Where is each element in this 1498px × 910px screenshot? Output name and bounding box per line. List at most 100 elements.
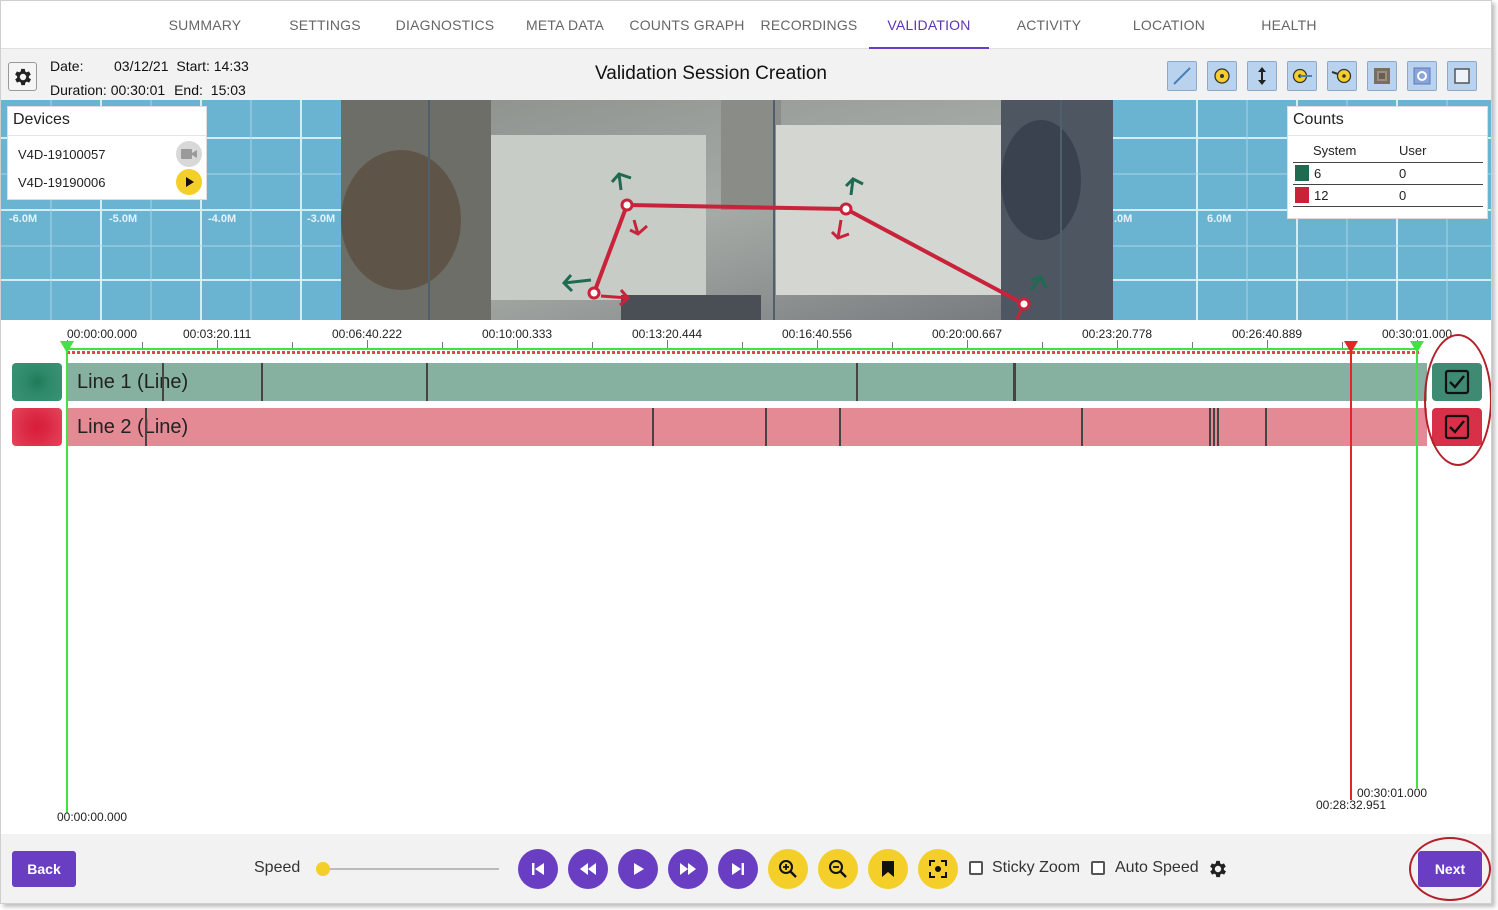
bookmark-button[interactable]	[868, 849, 908, 889]
zoom-out-button[interactable]	[818, 849, 858, 889]
line-tool-button[interactable]	[1167, 61, 1197, 91]
tick-mark	[517, 340, 518, 348]
play-cursor-handle[interactable]	[1344, 341, 1358, 353]
gear-icon	[1210, 860, 1226, 878]
count-event-mark	[856, 363, 858, 401]
tab-summary[interactable]: SUMMARY	[145, 1, 265, 49]
time-tick-label: 00:20:00.667	[932, 327, 1003, 341]
point-zone-icon	[1214, 68, 1230, 84]
date-label: Date:	[50, 58, 84, 74]
bookmark-icon	[882, 861, 894, 877]
device-play-button[interactable]	[176, 169, 202, 195]
duration-value: 00:30:01	[110, 82, 166, 98]
time-tick-label: 00:30:01.000	[1382, 327, 1453, 341]
tab-recordings[interactable]: RECORDINGS	[749, 1, 869, 49]
camera-image	[341, 100, 1113, 320]
scale-label: -5.0M	[109, 213, 138, 225]
playback-settings-button[interactable]	[1207, 858, 1229, 885]
tick-mark	[817, 340, 818, 348]
tab-settings[interactable]: SETTINGS	[265, 1, 385, 49]
tab-health[interactable]: HEALTH	[1229, 1, 1349, 49]
highlight-annotation	[1409, 837, 1491, 901]
track-color-swatch[interactable]	[12, 363, 62, 401]
play-cursor-label: 00:28:32.951	[1316, 798, 1387, 812]
counts-system-value: 6	[1314, 166, 1322, 181]
end-cursor-handle[interactable]	[1410, 341, 1424, 353]
scale-label: 6.0M	[1207, 213, 1232, 225]
track-line-2[interactable]: Line 2 (Line)	[67, 408, 1427, 446]
video-camera-icon	[181, 149, 197, 159]
page-title: Validation Session Creation	[594, 63, 827, 84]
start-cursor-line[interactable]	[66, 348, 68, 813]
session-settings-button[interactable]	[8, 62, 37, 91]
end-cursor-line[interactable]	[1416, 348, 1418, 788]
tick-mark	[1267, 340, 1268, 348]
video-viewport[interactable]: -6.0M -5.0M -4.0M -3.0M .0M 6.0M	[1, 100, 1491, 320]
mask-button[interactable]	[1367, 61, 1397, 91]
device-item[interactable]: V4D-19100057	[18, 147, 105, 162]
counts-row: 12 0	[1293, 185, 1483, 207]
fast-forward-icon	[680, 863, 696, 875]
auto-speed-checkbox[interactable]	[1091, 861, 1105, 875]
scale-label: -3.0M	[307, 213, 336, 225]
square-tool-button[interactable]	[1447, 61, 1477, 91]
timeline-ruler[interactable]	[67, 348, 1419, 354]
tab-activity[interactable]: ACTIVITY	[989, 1, 1109, 49]
tick-mark	[667, 340, 668, 348]
start-cursor-label: 00:00:00.000	[57, 810, 128, 824]
tick-mark	[217, 340, 218, 348]
counts-system-value: 12	[1314, 188, 1329, 203]
device-item[interactable]: V4D-19190006	[18, 175, 105, 190]
time-tick-label: 00:10:00.333	[482, 327, 553, 341]
count-event-mark	[1013, 363, 1016, 401]
start-cursor-handle[interactable]	[60, 341, 74, 353]
point-zone-button[interactable]	[1207, 61, 1237, 91]
sticky-zoom-label: Sticky Zoom	[992, 859, 1081, 876]
speed-slider[interactable]	[316, 862, 499, 876]
counts-row: 6 0	[1293, 163, 1483, 185]
count-event-mark	[839, 408, 841, 446]
zone-settings-button[interactable]	[1407, 61, 1437, 91]
rewind-button[interactable]	[568, 849, 608, 889]
tab-meta-data[interactable]: META DATA	[505, 1, 625, 49]
play-icon	[186, 177, 194, 187]
fast-forward-button[interactable]	[668, 849, 708, 889]
device-camera-button[interactable]	[176, 141, 202, 167]
play-button[interactable]	[618, 849, 658, 889]
auto-speed-label: Auto Speed	[1115, 859, 1199, 876]
zoom-in-button[interactable]	[768, 849, 808, 889]
time-tick-label: 00:26:40.889	[1232, 327, 1303, 341]
devices-title: Devices	[8, 107, 206, 136]
speed-slider-knob[interactable]	[316, 862, 330, 876]
sticky-zoom-checkbox[interactable]	[969, 861, 983, 875]
play-cursor-line[interactable]	[1350, 348, 1352, 800]
date-value: 03/12/21	[114, 58, 169, 74]
point-line-button[interactable]	[1287, 61, 1317, 91]
skip-to-start-button[interactable]	[518, 849, 558, 889]
back-button[interactable]: Back	[12, 851, 76, 887]
track-line-1[interactable]: Line 1 (Line)	[67, 363, 1427, 401]
count-event-mark	[1213, 408, 1215, 446]
play-icon	[634, 863, 644, 875]
vertical-arrow-icon	[1258, 67, 1266, 85]
vertical-arrow-button[interactable]	[1247, 61, 1277, 91]
timeline[interactable]: 00:00:00.000 00:03:20.111 00:06:40.222 0…	[1, 320, 1491, 834]
fit-view-button[interactable]	[918, 849, 958, 889]
tab-counts-graph[interactable]: COUNTS GRAPH	[627, 1, 747, 49]
count-event-mark	[1209, 408, 1211, 446]
tab-validation[interactable]: VALIDATION	[869, 1, 989, 49]
tab-diagnostics[interactable]: DIAGNOSTICS	[385, 1, 505, 49]
tab-location[interactable]: LOCATION	[1109, 1, 1229, 49]
skip-next-icon	[732, 863, 744, 875]
time-tick-label: 00:06:40.222	[332, 327, 403, 341]
point-line-icon	[1292, 68, 1312, 84]
line-point-button[interactable]	[1327, 61, 1357, 91]
count-event-mark	[1265, 408, 1267, 446]
line-tool-icon	[1173, 67, 1191, 85]
count-event-mark	[261, 363, 263, 401]
square-icon	[1454, 68, 1470, 84]
track-color-swatch[interactable]	[12, 408, 62, 446]
skip-to-end-button[interactable]	[718, 849, 758, 889]
end-label: End:	[174, 82, 203, 98]
zoom-out-icon	[829, 860, 847, 878]
